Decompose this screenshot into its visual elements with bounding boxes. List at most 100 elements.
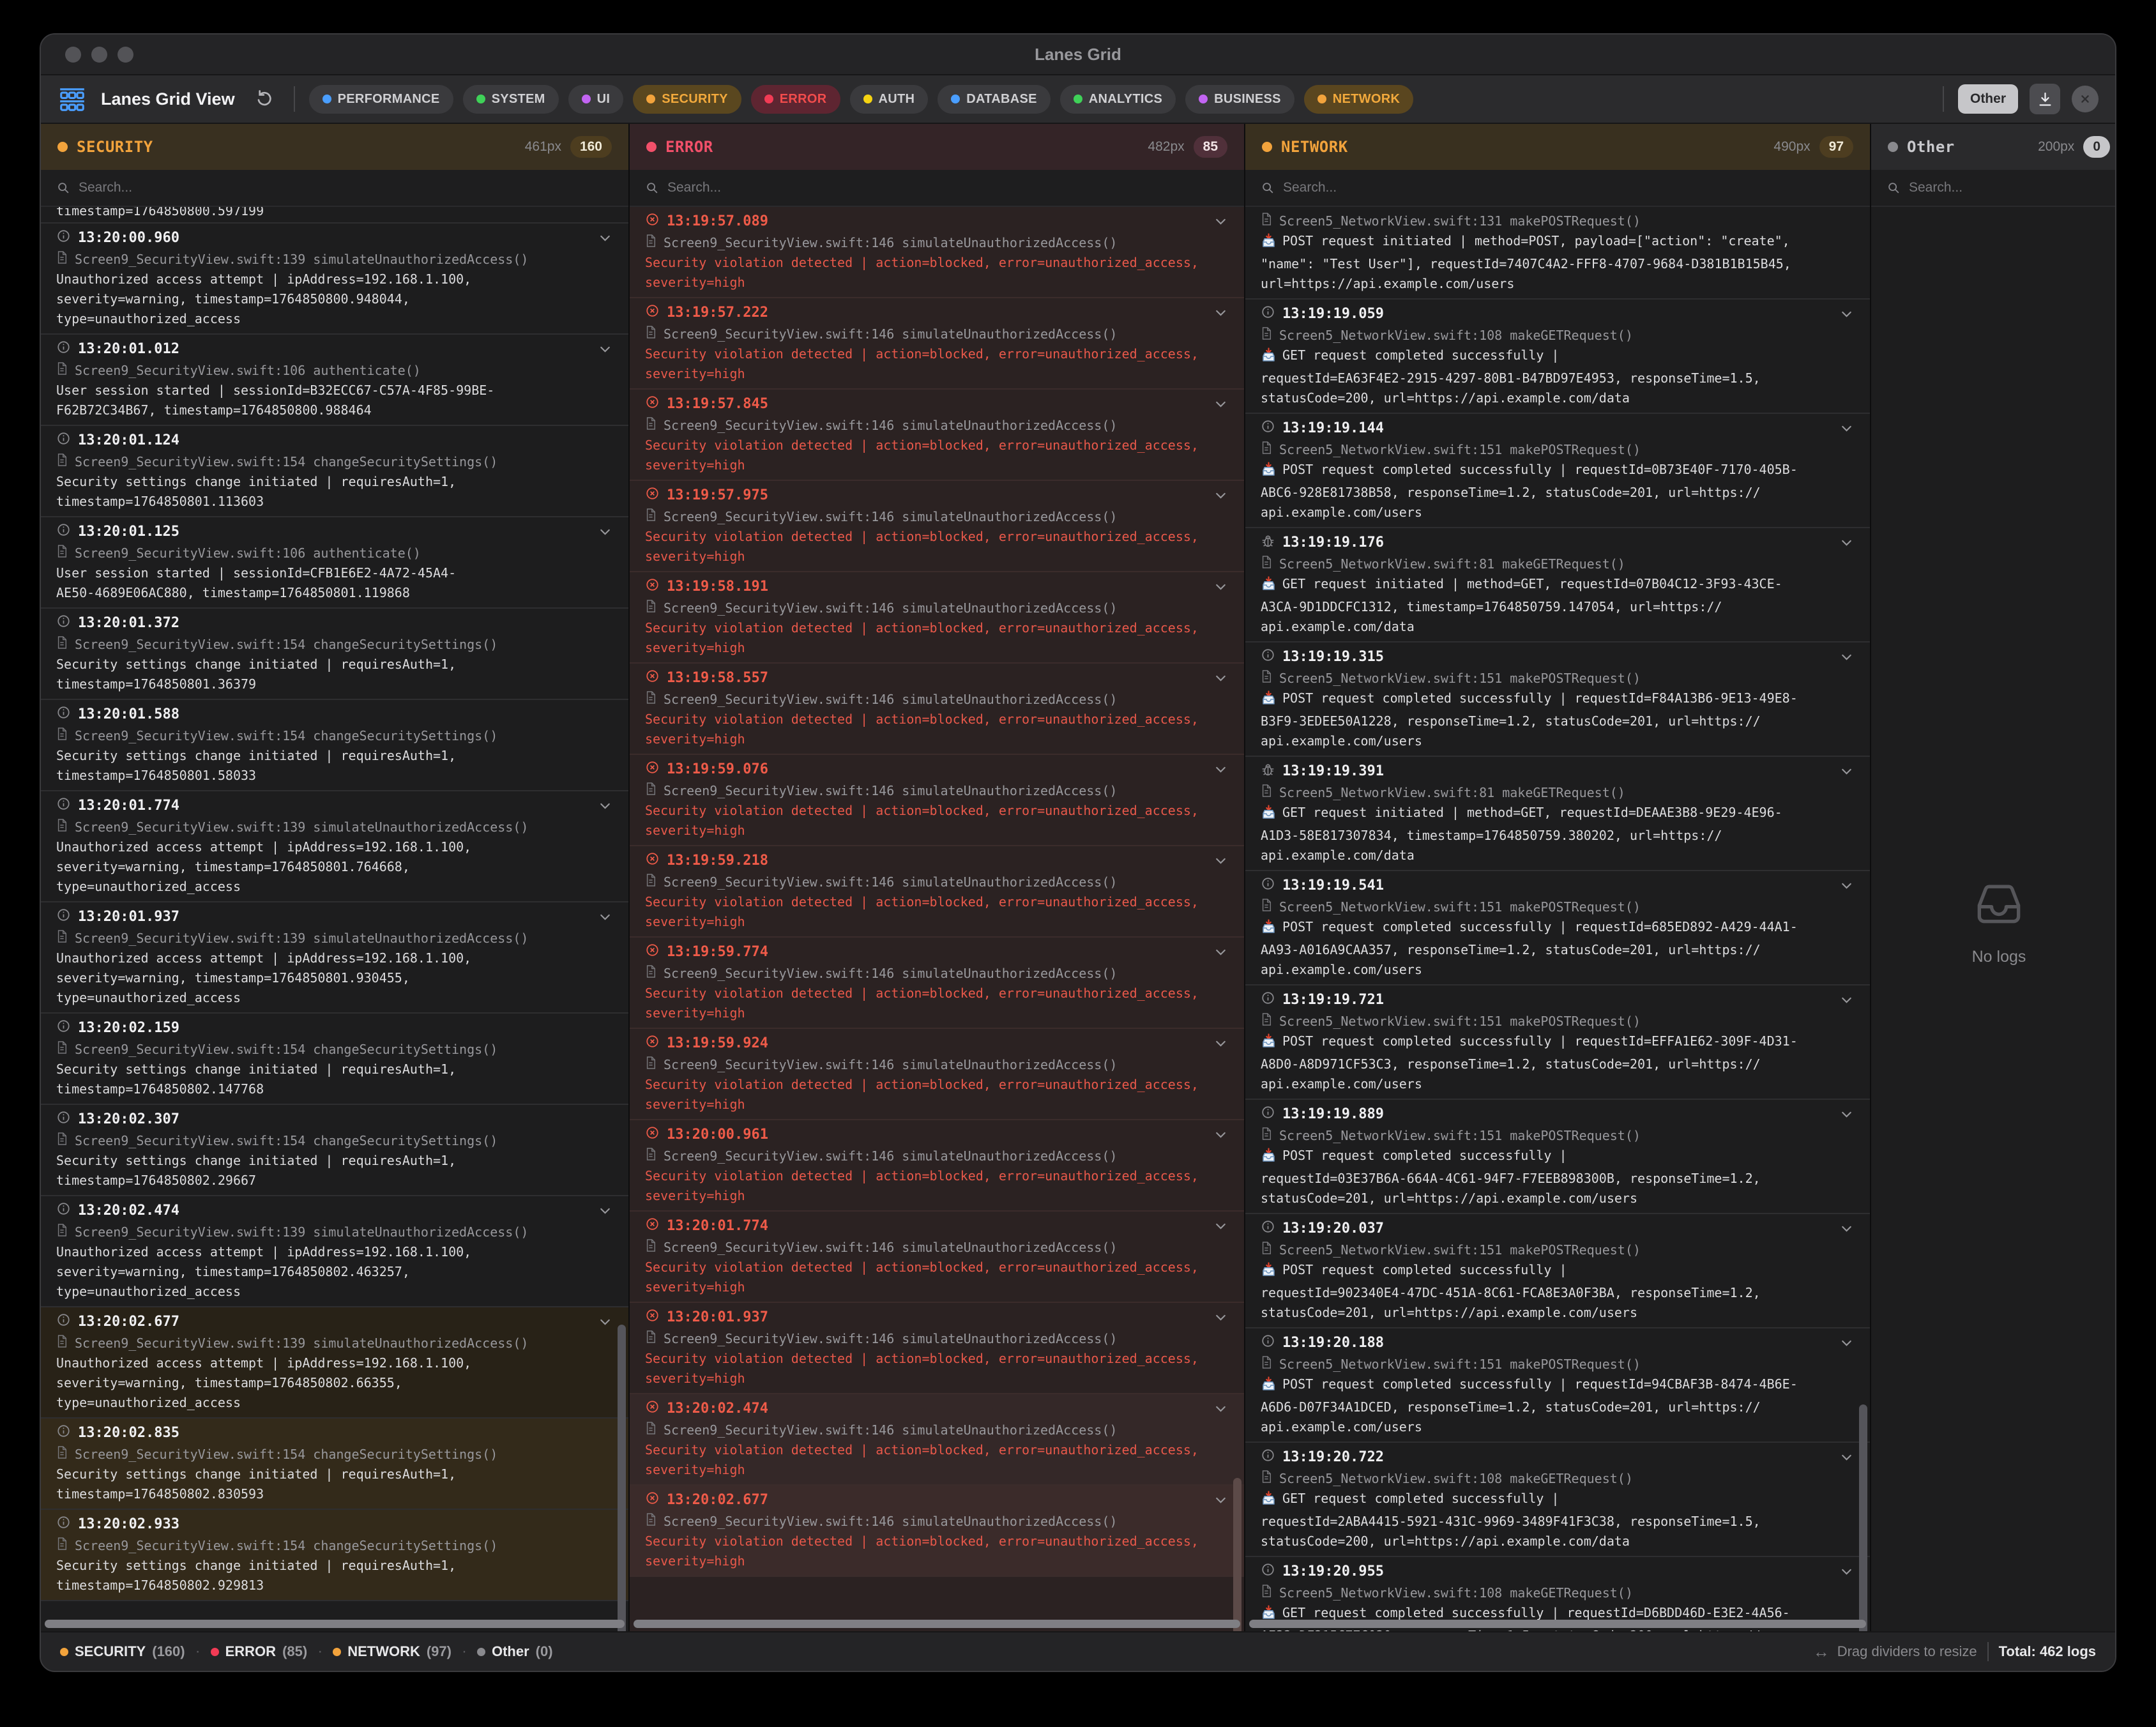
other-button[interactable]: Other <box>1958 84 2018 114</box>
log-entry[interactable]: 13:20:01.774 Screen9_SecurityView.swift:… <box>41 791 628 902</box>
log-entry[interactable]: 13:20:02.677 Screen9_SecurityView.swift:… <box>41 1307 628 1419</box>
chevron-down-icon[interactable] <box>1213 1127 1229 1143</box>
chevron-down-icon[interactable] <box>1839 1563 1855 1579</box>
log-entry[interactable]: 13:19:20.037 Screen5_NetworkView.swift:1… <box>1245 1214 1870 1328</box>
close-button[interactable] <box>2072 86 2099 112</box>
chevron-down-icon[interactable] <box>597 230 613 246</box>
zoom-traffic-light[interactable] <box>118 47 133 63</box>
log-entry[interactable]: 13:19:59.774 Screen9_SecurityView.swift:… <box>630 938 1244 1029</box>
chevron-down-icon[interactable] <box>597 909 613 925</box>
log-entry[interactable]: 13:19:59.218 Screen9_SecurityView.swift:… <box>630 846 1244 938</box>
log-entry[interactable]: 13:19:59.924 Screen9_SecurityView.swift:… <box>630 1029 1244 1120</box>
chevron-down-icon[interactable] <box>1839 992 1855 1008</box>
log-entry[interactable]: Screen5_NetworkView.swift:131 makePOSTRe… <box>1245 207 1870 300</box>
lane-search-input[interactable]: Search... <box>1871 170 2115 207</box>
log-entry[interactable]: 13:20:02.307 Screen9_SecurityView.swift:… <box>41 1105 628 1196</box>
filter-chip[interactable]: NETWORK <box>1304 85 1413 114</box>
chevron-down-icon[interactable] <box>1213 305 1229 321</box>
chevron-down-icon[interactable] <box>597 341 613 357</box>
filter-chip[interactable]: UI <box>568 85 624 114</box>
filter-chip[interactable]: BUSINESS <box>1185 85 1294 114</box>
log-entry[interactable]: 13:20:00.960 Screen9_SecurityView.swift:… <box>41 224 628 335</box>
chevron-down-icon[interactable] <box>1213 213 1229 229</box>
log-entry[interactable]: 13:20:01.372 Screen9_SecurityView.swift:… <box>41 609 628 700</box>
filter-chip[interactable]: SYSTEM <box>463 85 559 114</box>
log-entry[interactable]: 13:20:00.961 Screen9_SecurityView.swift:… <box>630 1120 1244 1212</box>
log-entry[interactable]: 13:20:02.159 Screen9_SecurityView.swift:… <box>41 1014 628 1105</box>
horizontal-scrollbar-thumb[interactable] <box>45 1620 625 1628</box>
log-entry[interactable]: 13:19:20.188 Screen5_NetworkView.swift:1… <box>1245 1328 1870 1443</box>
log-entry[interactable]: 13:19:19.391 Screen5_NetworkView.swift:8… <box>1245 757 1870 871</box>
log-entry[interactable]: 13:19:19.176 Screen5_NetworkView.swift:8… <box>1245 528 1870 643</box>
log-entry[interactable]: 13:20:02.835 Screen9_SecurityView.swift:… <box>41 1419 628 1510</box>
log-entry[interactable]: 13:19:19.721 Screen5_NetworkView.swift:1… <box>1245 985 1870 1100</box>
lane-search-input[interactable]: Search... <box>1245 170 1870 207</box>
chevron-down-icon[interactable] <box>1213 853 1229 869</box>
log-entry[interactable]: 13:19:57.222 Screen9_SecurityView.swift:… <box>630 298 1244 390</box>
filter-chip[interactable]: ANALYTICS <box>1060 85 1176 114</box>
log-entry[interactable]: 13:19:57.845 Screen9_SecurityView.swift:… <box>630 390 1244 481</box>
chevron-down-icon[interactable] <box>597 798 613 814</box>
close-traffic-light[interactable] <box>65 47 81 63</box>
log-entry[interactable]: 13:19:19.315 Screen5_NetworkView.swift:1… <box>1245 643 1870 757</box>
filter-chip[interactable]: PERFORMANCE <box>309 85 453 114</box>
chevron-down-icon[interactable] <box>597 524 613 540</box>
minimize-traffic-light[interactable] <box>91 47 107 63</box>
vertical-scrollbar-thumb[interactable] <box>618 1325 626 1631</box>
chevron-down-icon[interactable] <box>1839 1449 1855 1465</box>
log-entry-partial[interactable]: timestamp=1764850800.597199 <box>41 207 628 224</box>
chevron-down-icon[interactable] <box>1213 944 1229 960</box>
lane-search-input[interactable]: Search... <box>41 170 628 207</box>
chevron-down-icon[interactable] <box>1213 396 1229 412</box>
chevron-down-icon[interactable] <box>1839 1221 1855 1236</box>
chevron-down-icon[interactable] <box>1839 420 1855 436</box>
log-entry[interactable]: 13:20:01.125 Screen9_SecurityView.swift:… <box>41 517 628 609</box>
filter-chip[interactable]: ERROR <box>751 85 840 114</box>
chevron-down-icon[interactable] <box>1839 1106 1855 1122</box>
chevron-down-icon[interactable] <box>1839 1335 1855 1351</box>
vertical-scrollbar-thumb[interactable] <box>1233 1478 1241 1631</box>
chevron-down-icon[interactable] <box>1839 306 1855 322</box>
log-entry[interactable]: 13:19:19.889 Screen5_NetworkView.swift:1… <box>1245 1100 1870 1214</box>
chevron-down-icon[interactable] <box>597 1203 613 1219</box>
log-entry[interactable]: 13:20:02.474 Screen9_SecurityView.swift:… <box>630 1394 1244 1486</box>
filter-chip[interactable]: SECURITY <box>633 85 741 114</box>
log-entry[interactable]: 13:20:01.937 Screen9_SecurityView.swift:… <box>41 902 628 1014</box>
log-entry[interactable]: 13:19:19.144 Screen5_NetworkView.swift:1… <box>1245 414 1870 528</box>
chevron-down-icon[interactable] <box>1213 670 1229 686</box>
log-entry[interactable]: 13:19:58.557 Screen9_SecurityView.swift:… <box>630 664 1244 755</box>
log-entry[interactable]: 13:20:01.124 Screen9_SecurityView.swift:… <box>41 426 628 517</box>
log-entry[interactable]: 13:19:57.089 Screen9_SecurityView.swift:… <box>630 207 1244 298</box>
log-entry[interactable]: 13:20:02.933 Screen9_SecurityView.swift:… <box>41 1510 628 1601</box>
chevron-down-icon[interactable] <box>1213 487 1229 503</box>
log-entry[interactable]: 13:19:58.191 Screen9_SecurityView.swift:… <box>630 572 1244 664</box>
chevron-down-icon[interactable] <box>1213 1401 1229 1417</box>
log-entry[interactable]: 13:19:57.975 Screen9_SecurityView.swift:… <box>630 481 1244 572</box>
chevron-down-icon[interactable] <box>1839 649 1855 665</box>
refresh-button[interactable] <box>249 84 280 114</box>
log-entry[interactable]: 13:20:01.937 Screen9_SecurityView.swift:… <box>630 1303 1244 1394</box>
log-entry[interactable]: 13:19:19.059 Screen5_NetworkView.swift:1… <box>1245 300 1870 414</box>
vertical-scrollbar-thumb[interactable] <box>1859 1404 1867 1631</box>
chevron-down-icon[interactable] <box>1213 761 1229 777</box>
log-entry[interactable]: 13:19:59.076 Screen9_SecurityView.swift:… <box>630 755 1244 846</box>
log-entry[interactable]: 13:19:19.541 Screen5_NetworkView.swift:1… <box>1245 871 1870 985</box>
log-entry[interactable]: 13:20:01.774 Screen9_SecurityView.swift:… <box>630 1212 1244 1303</box>
log-entry[interactable]: 13:20:02.677 Screen9_SecurityView.swift:… <box>630 1486 1244 1577</box>
chevron-down-icon[interactable] <box>1839 878 1855 894</box>
chevron-down-icon[interactable] <box>1839 535 1855 551</box>
chevron-down-icon[interactable] <box>1213 1492 1229 1508</box>
lane-search-input[interactable]: Search... <box>630 170 1244 207</box>
log-entry[interactable]: 13:20:01.012 Screen9_SecurityView.swift:… <box>41 335 628 426</box>
filter-chip[interactable]: AUTH <box>850 85 929 114</box>
download-button[interactable] <box>2030 84 2060 114</box>
chevron-down-icon[interactable] <box>1213 579 1229 595</box>
chevron-down-icon[interactable] <box>1213 1218 1229 1234</box>
chevron-down-icon[interactable] <box>1839 763 1855 779</box>
chevron-down-icon[interactable] <box>1213 1035 1229 1051</box>
chevron-down-icon[interactable] <box>597 1314 613 1330</box>
chevron-down-icon[interactable] <box>1213 1309 1229 1325</box>
horizontal-scrollbar-thumb[interactable] <box>1249 1620 1866 1628</box>
filter-chip[interactable]: DATABASE <box>938 85 1051 114</box>
log-entry[interactable]: 13:20:01.588 Screen9_SecurityView.swift:… <box>41 700 628 791</box>
